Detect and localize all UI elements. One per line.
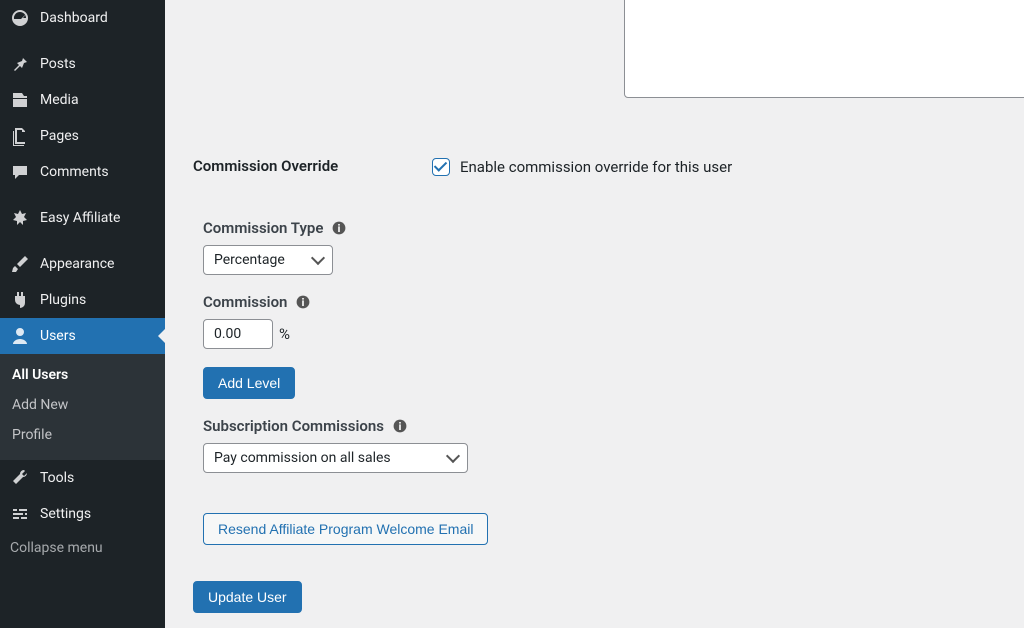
sidebar-item-users[interactable]: Users	[0, 318, 165, 354]
sidebar-item-media[interactable]: Media	[0, 82, 165, 118]
label-subscription-commissions: Subscription Commissions	[203, 417, 996, 435]
row-commission-override: Commission Override Enable commission ov…	[193, 155, 996, 179]
sidebar-item-easy-affiliate[interactable]: Easy Affiliate	[0, 200, 165, 236]
admin-sidebar: Dashboard Posts Media Pages Comments Eas…	[0, 0, 165, 628]
pages-icon	[10, 126, 30, 146]
sliders-icon	[10, 504, 30, 524]
sidebar-item-settings[interactable]: Settings	[0, 496, 165, 532]
brush-icon	[10, 254, 30, 274]
sidebar-item-label: Appearance	[40, 256, 114, 272]
info-icon[interactable]	[392, 418, 408, 434]
sidebar-item-label: Media	[40, 92, 79, 108]
sidebar-item-label: Posts	[40, 56, 76, 72]
label-commission: Commission	[203, 293, 996, 311]
notes-textarea[interactable]	[624, 0, 1024, 98]
info-icon[interactable]	[295, 294, 311, 310]
dashboard-icon	[10, 8, 30, 28]
sidebar-item-label: Tools	[40, 470, 74, 486]
sidebar-item-pages[interactable]: Pages	[0, 118, 165, 154]
sidebar-subitem-add-new[interactable]: Add New	[0, 390, 165, 420]
sidebar-item-tools[interactable]: Tools	[0, 460, 165, 496]
input-commission-value[interactable]	[203, 319, 273, 349]
sidebar-subitem-profile[interactable]: Profile	[0, 420, 165, 450]
pin-icon	[10, 54, 30, 74]
sidebar-item-dashboard[interactable]: Dashboard	[0, 0, 165, 36]
sidebar-subitem-all-users[interactable]: All Users	[0, 360, 165, 390]
sidebar-item-label: Pages	[40, 128, 79, 144]
sidebar-item-posts[interactable]: Posts	[0, 46, 165, 82]
add-level-button[interactable]: Add Level	[203, 367, 295, 399]
plug-icon	[10, 290, 30, 310]
collapse-label: Collapse menu	[10, 540, 103, 556]
comment-icon	[10, 162, 30, 182]
user-icon	[10, 326, 30, 346]
select-commission-type[interactable]: Percentage	[203, 245, 333, 275]
media-icon	[10, 90, 30, 110]
checkbox-label-commission-override[interactable]: Enable commission override for this user	[460, 158, 732, 176]
collapse-menu[interactable]: Collapse menu	[0, 532, 165, 564]
sidebar-item-appearance[interactable]: Appearance	[0, 246, 165, 282]
sidebar-item-label: Settings	[40, 506, 91, 522]
affiliate-icon	[10, 208, 30, 228]
sidebar-item-label: Easy Affiliate	[40, 210, 120, 226]
checkbox-commission-override[interactable]	[432, 158, 450, 176]
select-subscription-commissions[interactable]: Pay commission on all sales	[203, 443, 468, 473]
label-commission-override: Commission Override	[193, 155, 428, 175]
label-commission-type: Commission Type	[203, 219, 996, 237]
wrench-icon	[10, 468, 30, 488]
sidebar-item-label: Plugins	[40, 292, 86, 308]
sidebar-item-plugins[interactable]: Plugins	[0, 282, 165, 318]
sidebar-submenu-users: All Users Add New Profile	[0, 354, 165, 460]
sidebar-item-label: Users	[40, 328, 76, 344]
sidebar-item-label: Comments	[40, 164, 109, 180]
sidebar-item-comments[interactable]: Comments	[0, 154, 165, 190]
resend-welcome-email-button[interactable]: Resend Affiliate Program Welcome Email	[203, 513, 488, 545]
info-icon[interactable]	[331, 220, 347, 236]
update-user-button[interactable]: Update User	[193, 581, 302, 613]
sidebar-item-label: Dashboard	[40, 10, 108, 26]
content-area: Commission Override Enable commission ov…	[165, 0, 1024, 628]
commission-unit: %	[279, 325, 290, 343]
